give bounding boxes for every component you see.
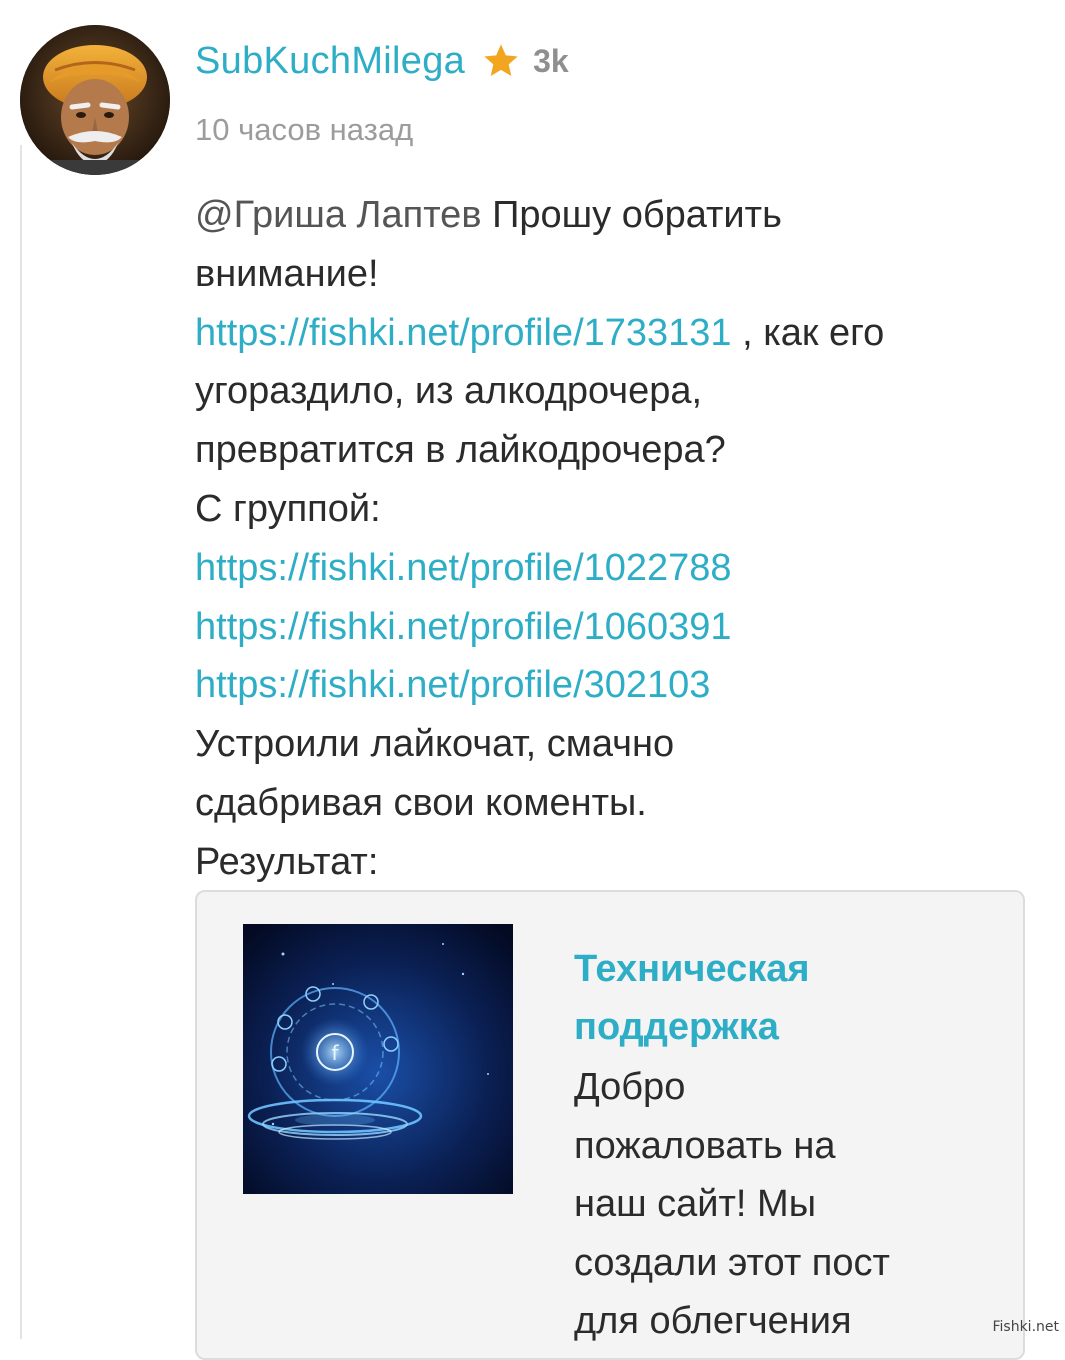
author-rating: 3k [533, 42, 569, 79]
preview-desc-line: для облегчения [574, 1300, 852, 1342]
preview-desc-line: создали этот пост [574, 1241, 890, 1284]
avatar[interactable] [20, 25, 170, 175]
user-mention[interactable]: @Гриша Лаптев [195, 194, 482, 236]
comment-line: Устроили лайкочат, смачно [195, 723, 675, 766]
link-preview-card[interactable]: f Техническая поддержка Добро пожаловать… [195, 890, 1025, 1360]
profile-link[interactable]: https://fishki.net/profile/1060391 [195, 606, 732, 648]
comment-line: https://fishki.net/profile/1060391 [195, 598, 1040, 657]
comment-line: https://fishki.net/profile/1733131 , как… [195, 304, 1040, 363]
watermark: Fishki.net [992, 1319, 1059, 1335]
comment-text-fragment: , как его [731, 311, 885, 354]
comment-line: угораздило, из алкодрочера, [195, 370, 703, 413]
comment-line: Результат: [195, 840, 379, 883]
comment-timestamp: 10 часов назад [195, 112, 414, 147]
comment-text: @Гриша Лаптев Прошу обратить внимание! h… [195, 186, 1040, 892]
star-icon [484, 44, 518, 76]
preview-desc-line: пожаловать на [574, 1124, 836, 1167]
svg-text:f: f [331, 1041, 339, 1065]
preview-description: Добро пожаловать на наш сайт! Мы создали… [574, 1058, 994, 1351]
author-name[interactable]: SubKuchMilega [195, 40, 465, 83]
preview-title-line: Техническая [574, 948, 810, 990]
comment-header: SubKuchMilega 3k [195, 36, 569, 86]
comment-line: внимание! [195, 252, 379, 295]
comment-line: С группой: [195, 487, 381, 530]
profile-link[interactable]: https://fishki.net/profile/302103 [195, 664, 710, 706]
preview-desc-line: наш сайт! Мы [574, 1183, 817, 1225]
thread-line [20, 145, 22, 1339]
profile-link[interactable]: https://fishki.net/profile/1022788 [195, 547, 732, 589]
support-hologram-icon: f [243, 924, 513, 1194]
avatar-portrait [20, 25, 170, 175]
preview-title-line: поддержка [574, 1006, 779, 1048]
comment-line: сдабривая свои коменты. [195, 781, 647, 824]
preview-title[interactable]: Техническая поддержка [574, 940, 994, 1056]
comment-line: https://fishki.net/profile/1022788 [195, 539, 1040, 598]
preview-image[interactable]: f [243, 924, 513, 1194]
profile-link[interactable]: https://fishki.net/profile/1733131 [195, 312, 732, 354]
comment-line: https://fishki.net/profile/302103 [195, 656, 1040, 715]
comment-line: @Гриша Лаптев Прошу обратить [195, 186, 1040, 245]
preview-desc-line: Добро [574, 1066, 686, 1108]
comment-line: превратится в лайкодрочера? [195, 429, 726, 472]
comment-text-fragment: Прошу обратить [481, 194, 782, 236]
